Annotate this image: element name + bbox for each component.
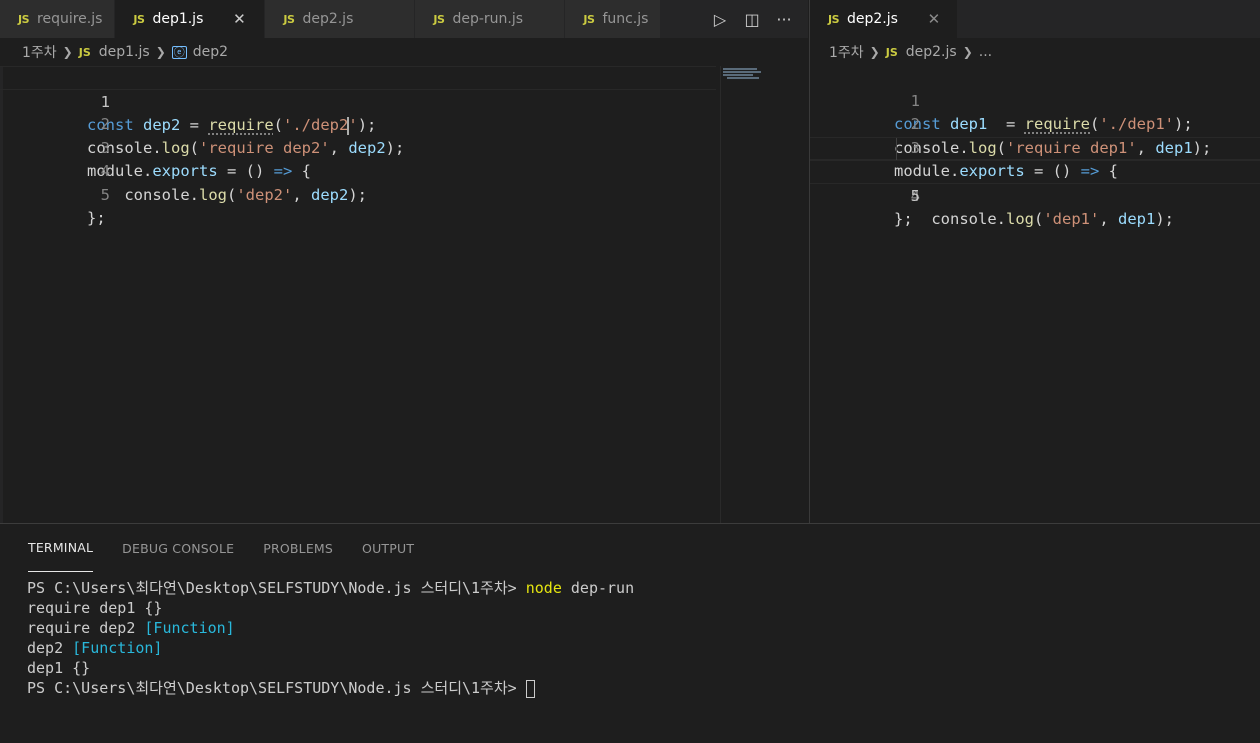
panel-tab-bar: TERMINAL DEBUG CONSOLE PROBLEMS OUTPUT (0, 524, 1260, 572)
terminal-line: PS C:\Users\최다연\Desktop\SELFSTUDY\Node.j… (27, 678, 1260, 698)
tab-dep2-js[interactable]: JS dep2.js (265, 0, 416, 38)
close-icon[interactable]: ✕ (926, 10, 942, 28)
breadcrumb-more[interactable]: ... (979, 44, 992, 60)
js-file-icon: JS (78, 45, 91, 59)
minimap-line (727, 77, 759, 79)
line-number: 5 (910, 186, 920, 205)
code-line: 3 module.exports = () => { (810, 113, 1260, 181)
js-file-icon: JS (133, 12, 145, 26)
minimap-line (723, 74, 753, 76)
tab-label: require.js (37, 11, 103, 27)
terminal-line: require dep2 [Function] (27, 619, 235, 637)
split-editor-icon[interactable]: ◫ (741, 8, 763, 30)
terminal-line: dep2 [Function] (27, 639, 163, 657)
terminal-line: require dep1 {} (27, 599, 163, 617)
tab-problems[interactable]: PROBLEMS (263, 524, 333, 572)
run-icon[interactable]: ▷ (709, 8, 731, 30)
minimap-line (723, 71, 761, 73)
code-line: 4 console.log('dep1', dep1); (810, 136, 1260, 228)
code-text: console.log('dep1', dep1); (931, 210, 1174, 228)
breadcrumb-folder[interactable]: 1주차 (22, 42, 57, 62)
code-line: 2 console.log('require dep1', dep1); (810, 90, 1260, 157)
indent-guide (896, 137, 897, 161)
code-line: 5 }; (810, 160, 1260, 228)
bottom-panel: TERMINAL DEBUG CONSOLE PROBLEMS OUTPUT P… (0, 523, 1260, 743)
tab-terminal[interactable]: TERMINAL (28, 524, 94, 572)
code-line: 3 module.exports = () => { (0, 113, 808, 181)
code-text: }; (894, 210, 913, 228)
tab-dep-run-js[interactable]: JS dep-run.js (415, 0, 566, 38)
code-text: console.log('dep2', dep2); (124, 185, 367, 204)
tab-label: func.js (602, 11, 649, 27)
js-file-icon: JS (828, 12, 840, 26)
right-code-editor[interactable]: 1 const dep1 = require('./dep1'); 2 cons… (810, 66, 1260, 523)
tab-dep2-js-right[interactable]: JS dep2.js ✕ (810, 0, 958, 38)
minimap[interactable] (720, 66, 808, 523)
tab-label: dep2.js (847, 11, 898, 27)
left-tab-bar: JS require.js JS dep1.js ✕ JS dep2.js JS… (0, 0, 808, 38)
breadcrumb: 1주차 ❯ JS dep2.js ❯ ... (810, 38, 1260, 66)
breadcrumb-folder[interactable]: 1주차 (829, 42, 864, 62)
chevron-right-icon: ❯ (62, 45, 73, 59)
breadcrumb-file[interactable]: dep1.js (99, 44, 150, 60)
left-code-editor[interactable]: 1 const dep2 = require('./dep2'); 2 cons… (0, 66, 808, 523)
tab-require-js[interactable]: JS require.js (0, 0, 116, 38)
js-file-icon: JS (885, 45, 898, 59)
chevron-right-icon: ❯ (962, 45, 973, 59)
tab-func-js[interactable]: JS func.js (565, 0, 662, 38)
tab-dep1-js[interactable]: JS dep1.js ✕ (115, 0, 266, 38)
tab-output[interactable]: OUTPUT (362, 524, 414, 572)
code-line: 5 }; (0, 160, 808, 228)
editor-actions: ▷ ◫ ··· (696, 0, 808, 38)
breadcrumb-file[interactable]: dep2.js (906, 44, 957, 60)
variable-symbol-icon: ⓔ (171, 45, 187, 59)
code-line: 1 const dep2 = require('./dep2'); (0, 66, 716, 135)
tab-label: dep2.js (302, 11, 354, 27)
tab-debug-console[interactable]: DEBUG CONSOLE (122, 524, 234, 572)
code-line: 1 const dep1 = require('./dep1'); (810, 66, 1260, 134)
terminal-output[interactable]: PS C:\Users\최다연\Desktop\SELFSTUDY\Node.j… (0, 572, 1260, 698)
more-actions-icon[interactable]: ··· (773, 8, 795, 30)
breadcrumb: 1주차 ❯ JS dep1.js ❯ ⓔ dep2 (0, 38, 808, 66)
code-line: 4 console.log('dep2', dep2); (0, 137, 808, 204)
js-file-icon: JS (583, 12, 595, 26)
left-editor-group: JS require.js JS dep1.js ✕ JS dep2.js JS… (0, 0, 808, 523)
js-file-icon: JS (283, 12, 295, 26)
chevron-right-icon: ❯ (155, 45, 166, 59)
right-editor-group: JS dep2.js ✕ 1주차 ❯ JS dep2.js ❯ ... 1 co… (809, 0, 1260, 523)
terminal-line: dep1 {} (27, 659, 91, 677)
right-tab-bar: JS dep2.js ✕ (810, 0, 1260, 38)
js-file-icon: JS (18, 12, 30, 26)
line-number: 5 (100, 185, 110, 204)
js-file-icon: JS (433, 12, 445, 26)
tab-label: dep-run.js (452, 11, 524, 27)
code-text: }; (87, 209, 106, 227)
code-line: 2 console.log('require dep2', dep2); (0, 90, 808, 157)
breadcrumb-symbol[interactable]: dep2 (193, 44, 228, 60)
minimap-line (723, 68, 757, 70)
terminal-line: PS C:\Users\최다연\Desktop\SELFSTUDY\Node.j… (27, 579, 635, 597)
tab-label: dep1.js (152, 11, 204, 27)
chevron-right-icon: ❯ (869, 45, 880, 59)
terminal-cursor (525, 679, 535, 698)
close-icon[interactable]: ✕ (231, 10, 247, 28)
